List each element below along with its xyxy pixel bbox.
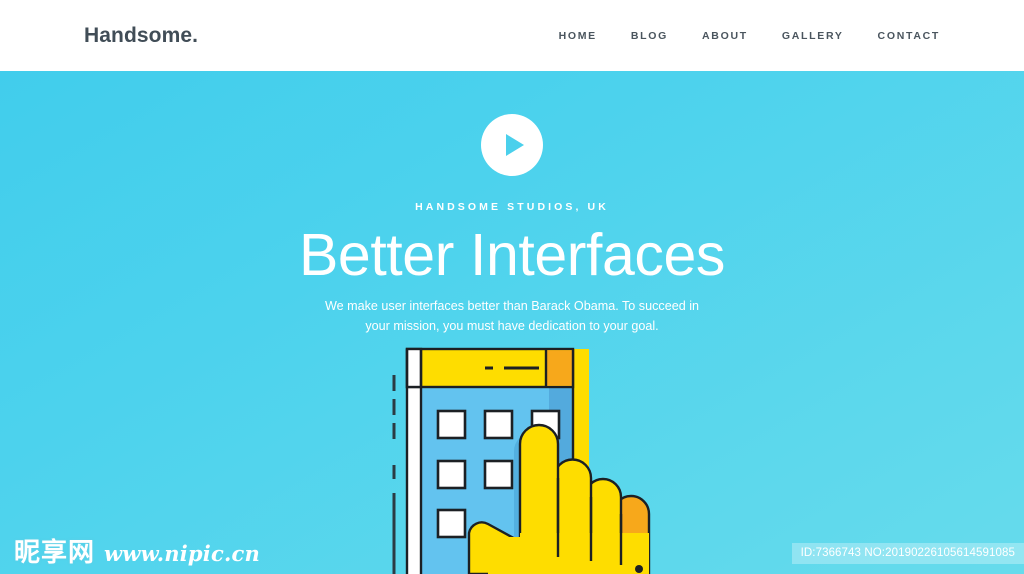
play-video-button[interactable]: [481, 114, 543, 176]
play-icon: [505, 134, 524, 156]
nav-item-blog[interactable]: BLOG: [631, 30, 668, 42]
hero-subtext: We make user interfaces better than Bara…: [324, 299, 700, 334]
hand-pointing-at-phone-illustration: [377, 347, 697, 574]
app-tile: [483, 409, 514, 440]
site-header: Handsome. HOME BLOG ABOUT GALLERY CONTAC…: [0, 0, 1024, 71]
brand-logo[interactable]: Handsome.: [84, 25, 198, 46]
nav-item-about[interactable]: ABOUT: [702, 30, 748, 42]
nav-item-contact[interactable]: CONTACT: [878, 30, 940, 42]
hero-eyebrow: HANDSOME STUDIOS, UK: [415, 201, 609, 213]
hero-headline: Better Interfaces: [298, 222, 726, 288]
watermark-url-text: www.nipic.cn: [104, 540, 260, 566]
app-tile: [436, 459, 467, 490]
app-tile: [436, 508, 467, 539]
watermark-logo-text: 昵享网: [14, 538, 96, 568]
stock-site-watermark: 昵享网 www.nipic.cn: [14, 540, 260, 566]
image-id-badge: ID:7366743 NO:20190226105614591085: [791, 543, 1024, 564]
app-tile: [483, 459, 514, 490]
page-root: Handsome. HOME BLOG ABOUT GALLERY CONTAC…: [0, 0, 1024, 574]
app-tile: [436, 409, 467, 440]
main-navigation: HOME BLOG ABOUT GALLERY CONTACT: [559, 30, 940, 42]
nav-item-gallery[interactable]: GALLERY: [782, 30, 844, 42]
hero-section: HANDSOME STUDIOS, UK Better Interfaces W…: [0, 71, 1024, 574]
nav-item-home[interactable]: HOME: [559, 30, 597, 42]
